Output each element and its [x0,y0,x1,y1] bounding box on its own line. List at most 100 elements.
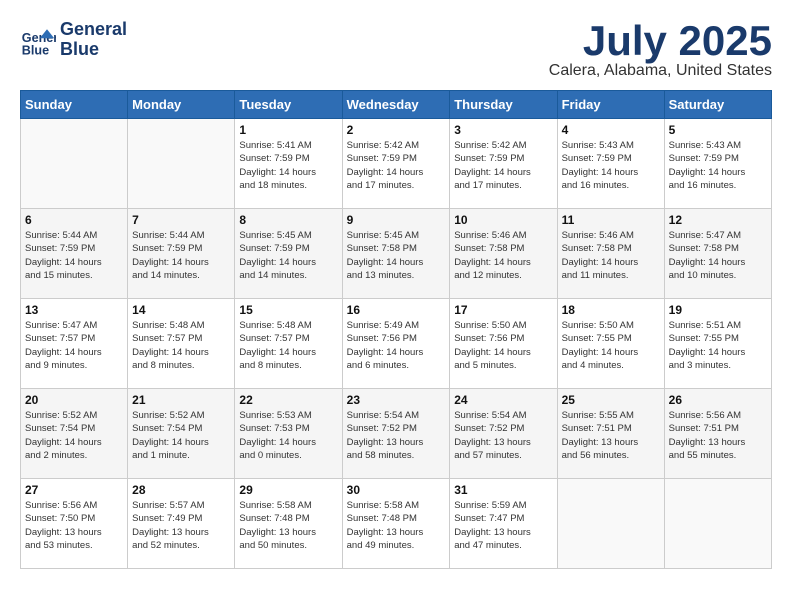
day-info: Sunrise: 5:53 AM Sunset: 7:53 PM Dayligh… [239,409,337,462]
calendar-cell: 28 Sunrise: 5:57 AM Sunset: 7:49 PM Dayli… [128,479,235,569]
calendar-cell [128,119,235,209]
day-number: 10 [454,213,552,227]
calendar-cell: 15 Sunrise: 5:48 AM Sunset: 7:57 PM Dayli… [235,299,342,389]
day-info: Sunrise: 5:46 AM Sunset: 7:58 PM Dayligh… [562,229,660,282]
day-number: 16 [347,303,446,317]
calendar-cell: 11 Sunrise: 5:46 AM Sunset: 7:58 PM Dayli… [557,209,664,299]
day-info: Sunrise: 5:58 AM Sunset: 7:48 PM Dayligh… [239,499,337,552]
day-info: Sunrise: 5:45 AM Sunset: 7:59 PM Dayligh… [239,229,337,282]
logo: General Blue General Blue [20,20,127,60]
day-number: 26 [669,393,767,407]
calendar-week-5: 27 Sunrise: 5:56 AM Sunset: 7:50 PM Dayli… [21,479,772,569]
svg-text:Blue: Blue [22,43,49,57]
calendar-cell [557,479,664,569]
day-info: Sunrise: 5:42 AM Sunset: 7:59 PM Dayligh… [347,139,446,192]
calendar-cell: 1Sunrise: 5:41 AM Sunset: 7:59 PM Daylig… [235,119,342,209]
day-info: Sunrise: 5:47 AM Sunset: 7:57 PM Dayligh… [25,319,123,372]
calendar-cell: 18 Sunrise: 5:50 AM Sunset: 7:55 PM Dayli… [557,299,664,389]
day-info: Sunrise: 5:43 AM Sunset: 7:59 PM Dayligh… [669,139,767,192]
logo-icon: General Blue [20,22,56,58]
day-info: Sunrise: 5:52 AM Sunset: 7:54 PM Dayligh… [25,409,123,462]
day-info: Sunrise: 5:58 AM Sunset: 7:48 PM Dayligh… [347,499,446,552]
day-number: 27 [25,483,123,497]
weekday-header-sunday: Sunday [21,91,128,119]
calendar-cell: 12Sunrise: 5:47 AM Sunset: 7:58 PM Dayli… [664,209,771,299]
day-info: Sunrise: 5:57 AM Sunset: 7:49 PM Dayligh… [132,499,230,552]
day-number: 20 [25,393,123,407]
calendar-cell: 30 Sunrise: 5:58 AM Sunset: 7:48 PM Dayli… [342,479,450,569]
day-number: 12 [669,213,767,227]
day-info: Sunrise: 5:42 AM Sunset: 7:59 PM Dayligh… [454,139,552,192]
day-info: Sunrise: 5:50 AM Sunset: 7:56 PM Dayligh… [454,319,552,372]
calendar-cell: 3 Sunrise: 5:42 AM Sunset: 7:59 PM Daylig… [450,119,557,209]
day-number: 7 [132,213,230,227]
day-info: Sunrise: 5:41 AM Sunset: 7:59 PM Dayligh… [239,139,337,192]
day-info: Sunrise: 5:46 AM Sunset: 7:58 PM Dayligh… [454,229,552,282]
location-title: Calera, Alabama, United States [549,62,772,80]
day-number: 14 [132,303,230,317]
day-number: 5 [669,123,767,137]
weekday-header-row: SundayMondayTuesdayWednesdayThursdayFrid… [21,91,772,119]
day-info: Sunrise: 5:44 AM Sunset: 7:59 PM Dayligh… [25,229,123,282]
day-info: Sunrise: 5:55 AM Sunset: 7:51 PM Dayligh… [562,409,660,462]
calendar-cell: 6 Sunrise: 5:44 AM Sunset: 7:59 PM Daylig… [21,209,128,299]
calendar-cell: 16 Sunrise: 5:49 AM Sunset: 7:56 PM Dayli… [342,299,450,389]
calendar-cell: 14 Sunrise: 5:48 AM Sunset: 7:57 PM Dayli… [128,299,235,389]
day-number: 6 [25,213,123,227]
day-number: 23 [347,393,446,407]
calendar-cell: 7 Sunrise: 5:44 AM Sunset: 7:59 PM Daylig… [128,209,235,299]
month-title: July 2025 [549,20,772,62]
day-number: 13 [25,303,123,317]
day-info: Sunrise: 5:59 AM Sunset: 7:47 PM Dayligh… [454,499,552,552]
day-number: 18 [562,303,660,317]
page-header: General Blue General Blue July 2025 Cale… [20,20,772,80]
calendar-cell: 29 Sunrise: 5:58 AM Sunset: 7:48 PM Dayli… [235,479,342,569]
day-info: Sunrise: 5:54 AM Sunset: 7:52 PM Dayligh… [347,409,446,462]
day-number: 29 [239,483,337,497]
day-number: 2 [347,123,446,137]
day-info: Sunrise: 5:56 AM Sunset: 7:51 PM Dayligh… [669,409,767,462]
calendar-week-1: 1Sunrise: 5:41 AM Sunset: 7:59 PM Daylig… [21,119,772,209]
title-block: July 2025 Calera, Alabama, United States [549,20,772,80]
calendar-cell: 17Sunrise: 5:50 AM Sunset: 7:56 PM Dayli… [450,299,557,389]
day-number: 15 [239,303,337,317]
calendar-cell: 9Sunrise: 5:45 AM Sunset: 7:58 PM Daylig… [342,209,450,299]
calendar-cell [21,119,128,209]
day-info: Sunrise: 5:49 AM Sunset: 7:56 PM Dayligh… [347,319,446,372]
calendar-cell [664,479,771,569]
day-info: Sunrise: 5:48 AM Sunset: 7:57 PM Dayligh… [132,319,230,372]
day-info: Sunrise: 5:44 AM Sunset: 7:59 PM Dayligh… [132,229,230,282]
calendar-table: SundayMondayTuesdayWednesdayThursdayFrid… [20,90,772,569]
calendar-cell: 26 Sunrise: 5:56 AM Sunset: 7:51 PM Dayli… [664,389,771,479]
calendar-cell: 27 Sunrise: 5:56 AM Sunset: 7:50 PM Dayli… [21,479,128,569]
day-number: 21 [132,393,230,407]
calendar-cell: 4 Sunrise: 5:43 AM Sunset: 7:59 PM Daylig… [557,119,664,209]
day-number: 25 [562,393,660,407]
day-info: Sunrise: 5:43 AM Sunset: 7:59 PM Dayligh… [562,139,660,192]
calendar-week-4: 20 Sunrise: 5:52 AM Sunset: 7:54 PM Dayli… [21,389,772,479]
day-info: Sunrise: 5:45 AM Sunset: 7:58 PM Dayligh… [347,229,446,282]
calendar-cell: 2 Sunrise: 5:42 AM Sunset: 7:59 PM Daylig… [342,119,450,209]
day-number: 28 [132,483,230,497]
day-number: 4 [562,123,660,137]
calendar-cell: 21Sunrise: 5:52 AM Sunset: 7:54 PM Dayli… [128,389,235,479]
day-number: 3 [454,123,552,137]
day-number: 30 [347,483,446,497]
weekday-header-wednesday: Wednesday [342,91,450,119]
calendar-week-3: 13 Sunrise: 5:47 AM Sunset: 7:57 PM Dayli… [21,299,772,389]
logo-text-blue: Blue [60,40,127,60]
weekday-header-thursday: Thursday [450,91,557,119]
calendar-cell: 24Sunrise: 5:54 AM Sunset: 7:52 PM Dayli… [450,389,557,479]
calendar-cell: 22Sunrise: 5:53 AM Sunset: 7:53 PM Dayli… [235,389,342,479]
calendar-week-2: 6 Sunrise: 5:44 AM Sunset: 7:59 PM Daylig… [21,209,772,299]
day-info: Sunrise: 5:50 AM Sunset: 7:55 PM Dayligh… [562,319,660,372]
calendar-cell: 13 Sunrise: 5:47 AM Sunset: 7:57 PM Dayli… [21,299,128,389]
calendar-cell: 8Sunrise: 5:45 AM Sunset: 7:59 PM Daylig… [235,209,342,299]
calendar-cell: 19Sunrise: 5:51 AM Sunset: 7:55 PM Dayli… [664,299,771,389]
day-number: 11 [562,213,660,227]
calendar-cell: 23 Sunrise: 5:54 AM Sunset: 7:52 PM Dayli… [342,389,450,479]
logo-text-general: General [60,20,127,40]
day-info: Sunrise: 5:48 AM Sunset: 7:57 PM Dayligh… [239,319,337,372]
calendar-cell: 25 Sunrise: 5:55 AM Sunset: 7:51 PM Dayli… [557,389,664,479]
day-info: Sunrise: 5:56 AM Sunset: 7:50 PM Dayligh… [25,499,123,552]
